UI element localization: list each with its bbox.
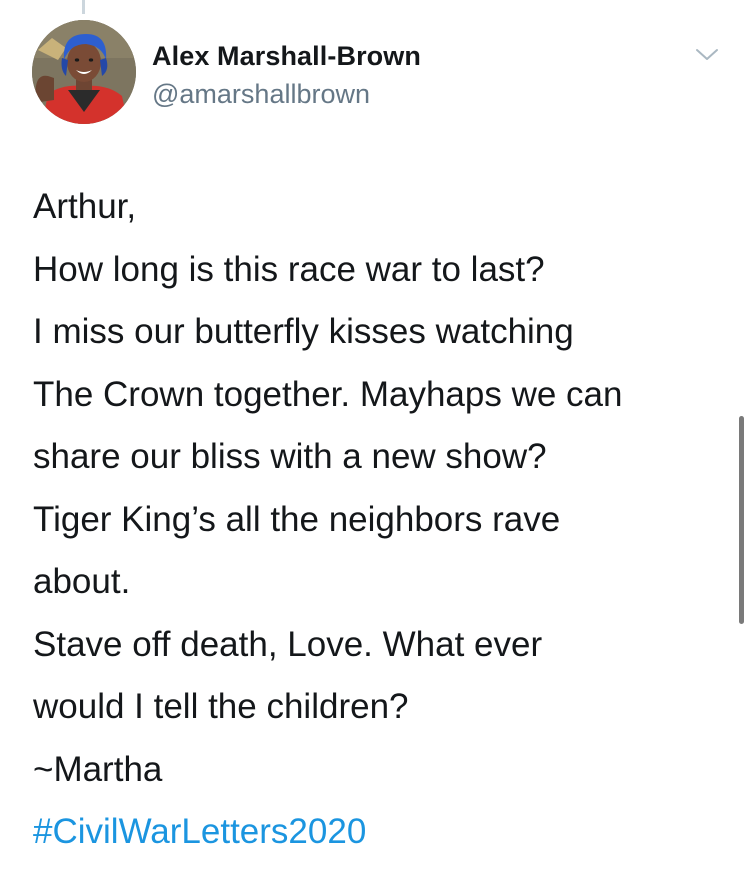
scrollbar-thumb[interactable] [739, 416, 744, 624]
author-handle[interactable]: @amarshallbrown [152, 76, 421, 112]
tweet-author[interactable]: Alex Marshall-Brown @amarshallbrown [152, 38, 421, 112]
tweet-line: would I tell the children? [33, 687, 409, 726]
tweet-line: about. [33, 562, 131, 601]
chevron-down-icon[interactable] [694, 46, 720, 64]
tweet-line: Stave off death, Love. What ever [33, 624, 543, 664]
tweet-text: Arthur, How long is this race war to las… [33, 176, 733, 864]
thread-connector-line [82, 0, 85, 14]
tweet-line: Arthur, [33, 187, 137, 226]
author-display-name[interactable]: Alex Marshall-Brown [152, 38, 421, 74]
tweet-line: The Crown together. Mayhaps we can [33, 374, 623, 414]
tweet-line: share our bliss with a new show? [33, 437, 547, 476]
tweet-line: How long is this race war to last? [33, 249, 545, 289]
tweet-line: I miss our butterfly kisses watching [33, 312, 574, 351]
tweet-line: Tiger King’s all the neighbors rave [33, 499, 561, 539]
avatar[interactable] [32, 20, 136, 124]
tweet-line: ~Martha [33, 749, 163, 789]
hashtag-link[interactable]: #CivilWarLetters2020 [33, 801, 733, 864]
